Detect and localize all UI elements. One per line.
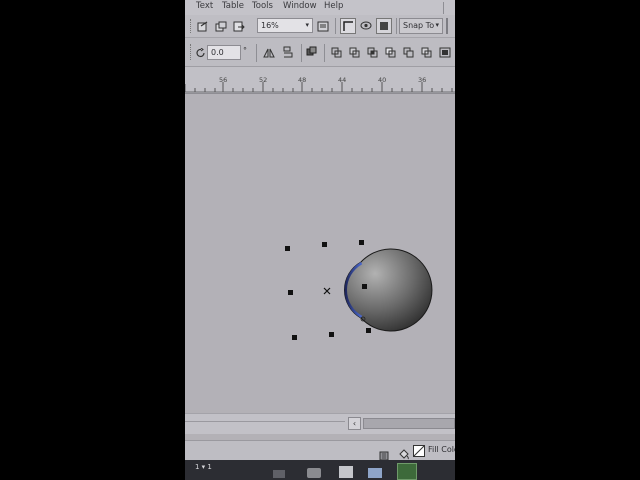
fill-bucket-icon[interactable] [398,445,410,460]
export-icon[interactable] [215,21,227,32]
toolbar-separator [301,44,302,62]
property-bar: 0.0 ° [185,38,455,67]
weld-icon[interactable] [331,47,343,58]
snap-to-label: Snap To [403,21,435,30]
toolbar-separator [396,18,397,34]
fill-color-label: Fill Colo [428,445,455,454]
menu-tools[interactable]: Tools [252,1,273,11]
taskbar-app-icon[interactable] [273,470,285,478]
toolbar-separator [256,44,257,62]
selection-handle[interactable] [285,246,290,251]
ruler-label: 56 [219,76,228,84]
taskbar-app-icon[interactable] [307,468,321,478]
trim-icon[interactable] [349,47,361,58]
toolbar-edge [446,18,448,34]
snap-to-button[interactable]: Snap To ▾ [399,18,443,34]
menu-text[interactable]: Text [196,1,213,11]
toolbar-grip [190,19,193,33]
menu-separator [443,2,444,14]
show-guidelines-icon[interactable] [376,18,392,34]
mirror-horizontal-icon[interactable] [263,47,275,58]
group-icon[interactable] [306,46,318,57]
scrollbar-thumb[interactable] [363,418,455,429]
standard-toolbar: 16% ▾ Snap To ▾ [185,15,455,38]
selection-handle[interactable] [362,284,367,289]
toolbar-grip [190,44,193,60]
selection-handle[interactable] [359,240,364,245]
toolbar-separator [324,44,325,62]
menu-bar: Text Table Tools Window Help [185,0,455,16]
back-minus-front-icon[interactable] [421,47,433,58]
taskbar-active-app-icon[interactable] [397,463,417,480]
toolbar-separator [335,18,336,34]
intersect-icon[interactable] [367,47,379,58]
mirror-vertical-icon[interactable] [282,46,294,58]
front-minus-back-icon[interactable] [403,47,415,58]
chevron-down-icon: ▾ [305,21,309,29]
rotation-icon [196,48,206,58]
show-grid-icon[interactable] [360,20,372,31]
rotation-angle-value: 0.0 [211,48,224,57]
menu-window[interactable]: Window [283,1,317,11]
import-icon[interactable] [197,21,209,32]
selection-handle[interactable] [292,335,297,340]
ruler-label: 52 [259,76,268,84]
taskbar [185,460,455,480]
selection-handle[interactable] [329,332,334,337]
ruler-label: 44 [338,76,347,84]
taskbar-mail-icon[interactable] [368,468,382,478]
simplify-icon[interactable] [385,47,397,58]
page-tab-divider [185,421,345,422]
selection-handle[interactable] [366,328,371,333]
create-boundary-icon[interactable] [439,47,451,58]
zoom-level-select[interactable]: 16% ▾ [257,18,313,33]
menu-help[interactable]: Help [324,1,343,11]
no-fill-swatch[interactable] [413,445,425,457]
rotation-unit: ° [243,46,247,55]
ruler-label: 36 [418,76,427,84]
show-rulers-icon[interactable] [340,18,356,34]
selection-handle[interactable] [322,242,327,247]
ruler-label: 48 [298,76,307,84]
zoom-level-value: 16% [261,21,279,30]
horizontal-ruler[interactable]: 56 52 48 44 40 36 [185,67,455,94]
application-window: Text Table Tools Window Help 16% ▾ Snap … [185,0,455,480]
status-bar: Fill Colo [185,440,455,461]
scroll-left-icon[interactable]: ‹ [348,417,361,430]
drawing-canvas[interactable] [185,94,455,410]
rotation-angle-input[interactable]: 0.0 [207,45,241,60]
document-icon [379,446,389,461]
page-indicator: 1 ▾ 1 [195,463,212,471]
chevron-down-icon: ▾ [435,21,439,29]
taskbar-app-icon[interactable] [339,466,353,478]
selection-handle[interactable] [288,290,293,295]
crescent-sphere-object[interactable] [185,94,455,410]
menu-table[interactable]: Table [222,1,244,11]
full-screen-preview-icon[interactable] [317,21,329,32]
ruler-label: 40 [378,76,387,84]
horizontal-scrollbar[interactable]: ‹ [185,413,455,434]
publish-pdf-icon[interactable] [233,21,245,32]
